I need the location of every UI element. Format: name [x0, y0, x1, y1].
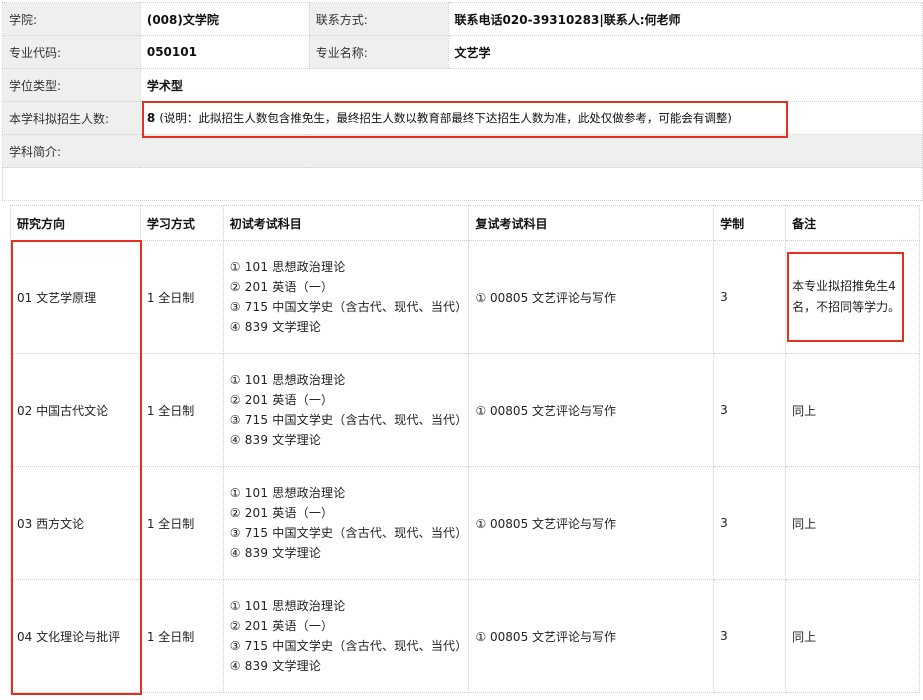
contact-value: 联系电话020-39310283|联系人:何老师 — [447, 2, 923, 36]
enrollment-count: 8 — [146, 111, 156, 125]
info-row-code: 专业代码: 050101 专业名称: 文艺学 — [2, 35, 923, 69]
retest-exam-cell: ① 00805 文艺评论与写作 — [468, 579, 715, 693]
header-initial-exam: 初试考试科目 — [222, 205, 470, 241]
duration-cell: 3 — [713, 579, 787, 693]
major-code-value: 050101 — [139, 35, 310, 69]
direction-cell: 04 文化理论与批评 — [10, 579, 141, 693]
mode-cell: 1 全日制 — [139, 579, 224, 693]
college-label: 学院: — [2, 2, 141, 36]
header-duration: 学制 — [713, 205, 787, 241]
info-row-enrollment: 本学科拟招生人数: 8 (说明：此拟招生人数包含推免生，最终招生人数以教育部最终… — [2, 101, 923, 135]
initial-exam-cell: ① 101 思想政治理论 ② 201 英语（一） ③ 715 中国文学史（含古代… — [222, 353, 470, 467]
info-row-intro: 学科简介: — [2, 134, 923, 168]
direction-cell: 03 西方文论 — [10, 466, 141, 580]
major-code-label: 专业代码: — [2, 35, 141, 69]
contact-label: 联系方式: — [308, 2, 449, 36]
remark-cell: 同上 — [785, 466, 920, 580]
duration-cell: 3 — [713, 353, 787, 467]
duration-cell: 3 — [713, 466, 787, 580]
mode-cell: 1 全日制 — [139, 240, 224, 354]
subject-item: ② 201 英语（一） — [229, 506, 334, 520]
degree-type-value: 学术型 — [139, 68, 923, 102]
subject-item: ③ 715 中国文学史（含古代、现代、当代） — [229, 300, 468, 314]
subject-item: ① 101 思想政治理论 — [229, 599, 346, 613]
info-row-college: 学院: (008)文学院 联系方式: 联系电话020-39310283|联系人:… — [2, 2, 923, 36]
table-row: 02 中国古代文论 1 全日制 ① 101 思想政治理论 ② 201 英语（一）… — [10, 353, 920, 467]
initial-exam-cell: ① 101 思想政治理论 ② 201 英语（一） ③ 715 中国文学史（含古代… — [222, 466, 470, 580]
intro-label: 学科简介: — [2, 134, 923, 168]
subject-item: ③ 715 中国文学史（含古代、现代、当代） — [229, 526, 468, 540]
retest-exam-cell: ① 00805 文艺评论与写作 — [468, 353, 715, 467]
table-row: 04 文化理论与批评 1 全日制 ① 101 思想政治理论 ② 201 英语（一… — [10, 579, 920, 693]
subject-item: ① 101 思想政治理论 — [229, 260, 346, 274]
retest-exam-cell: ① 00805 文艺评论与写作 — [468, 240, 715, 354]
subject-item: ② 201 英语（一） — [229, 393, 334, 407]
subject-item: ④ 839 文学理论 — [229, 433, 322, 447]
remark-cell: 同上 — [785, 579, 920, 693]
remark-cell: 本专业拟招推免生4名，不招同等学力。 — [785, 240, 920, 354]
mode-cell: 1 全日制 — [139, 466, 224, 580]
direction-cell: 02 中国古代文论 — [10, 353, 141, 467]
degree-type-label: 学位类型: — [2, 68, 141, 102]
direction-cell: 01 文艺学原理 — [10, 240, 141, 354]
enrollment-note: (说明：此拟招生人数包含推免生，最终招生人数以教育部最终下达招生人数为准，此处仅… — [159, 111, 732, 125]
header-remark: 备注 — [785, 205, 920, 241]
table-row: 03 西方文论 1 全日制 ① 101 思想政治理论 ② 201 英语（一） ③… — [10, 466, 920, 580]
enrollment-cell: 8 (说明：此拟招生人数包含推免生，最终招生人数以教育部最终下达招生人数为准，此… — [139, 101, 923, 135]
remark-cell: 同上 — [785, 353, 920, 467]
header-retest-exam: 复试考试科目 — [468, 205, 715, 241]
major-name-label: 专业名称: — [308, 35, 449, 69]
program-info-table: 学院: (008)文学院 联系方式: 联系电话020-39310283|联系人:… — [2, 2, 923, 168]
major-name-value: 文艺学 — [447, 35, 923, 69]
subject-item: ③ 715 中国文学史（含古代、现代、当代） — [229, 413, 468, 427]
mode-cell: 1 全日制 — [139, 353, 224, 467]
info-row-degree: 学位类型: 学术型 — [2, 68, 923, 102]
college-value: (008)文学院 — [139, 2, 310, 36]
header-direction: 研究方向 — [10, 205, 141, 241]
duration-cell: 3 — [713, 240, 787, 354]
retest-exam-cell: ① 00805 文艺评论与写作 — [468, 466, 715, 580]
enrollment-label: 本学科拟招生人数: — [2, 101, 141, 135]
initial-exam-cell: ① 101 思想政治理论 ② 201 英语（一） ③ 715 中国文学史（含古代… — [222, 579, 470, 693]
subject-item: ③ 715 中国文学史（含古代、现代、当代） — [229, 639, 468, 653]
header-mode: 学习方式 — [139, 205, 224, 241]
table-header-row: 研究方向 学习方式 初试考试科目 复试考试科目 学制 备注 — [10, 205, 920, 241]
subject-item: ② 201 英语（一） — [229, 280, 334, 294]
subject-item: ① 101 思想政治理论 — [229, 373, 346, 387]
initial-exam-cell: ① 101 思想政治理论 ② 201 英语（一） ③ 715 中国文学史（含古代… — [222, 240, 470, 354]
subject-item: ④ 839 文学理论 — [229, 659, 322, 673]
table-row: 01 文艺学原理 1 全日制 ① 101 思想政治理论 ② 201 英语（一） … — [10, 240, 920, 354]
intro-spacer — [2, 168, 923, 201]
subject-item: ④ 839 文学理论 — [229, 320, 322, 334]
subject-item: ① 101 思想政治理论 — [229, 486, 346, 500]
subject-item: ④ 839 文学理论 — [229, 546, 322, 560]
directions-table: 研究方向 学习方式 初试考试科目 复试考试科目 学制 备注 01 文艺学原理 1… — [10, 205, 920, 693]
subject-item: ② 201 英语（一） — [229, 619, 334, 633]
